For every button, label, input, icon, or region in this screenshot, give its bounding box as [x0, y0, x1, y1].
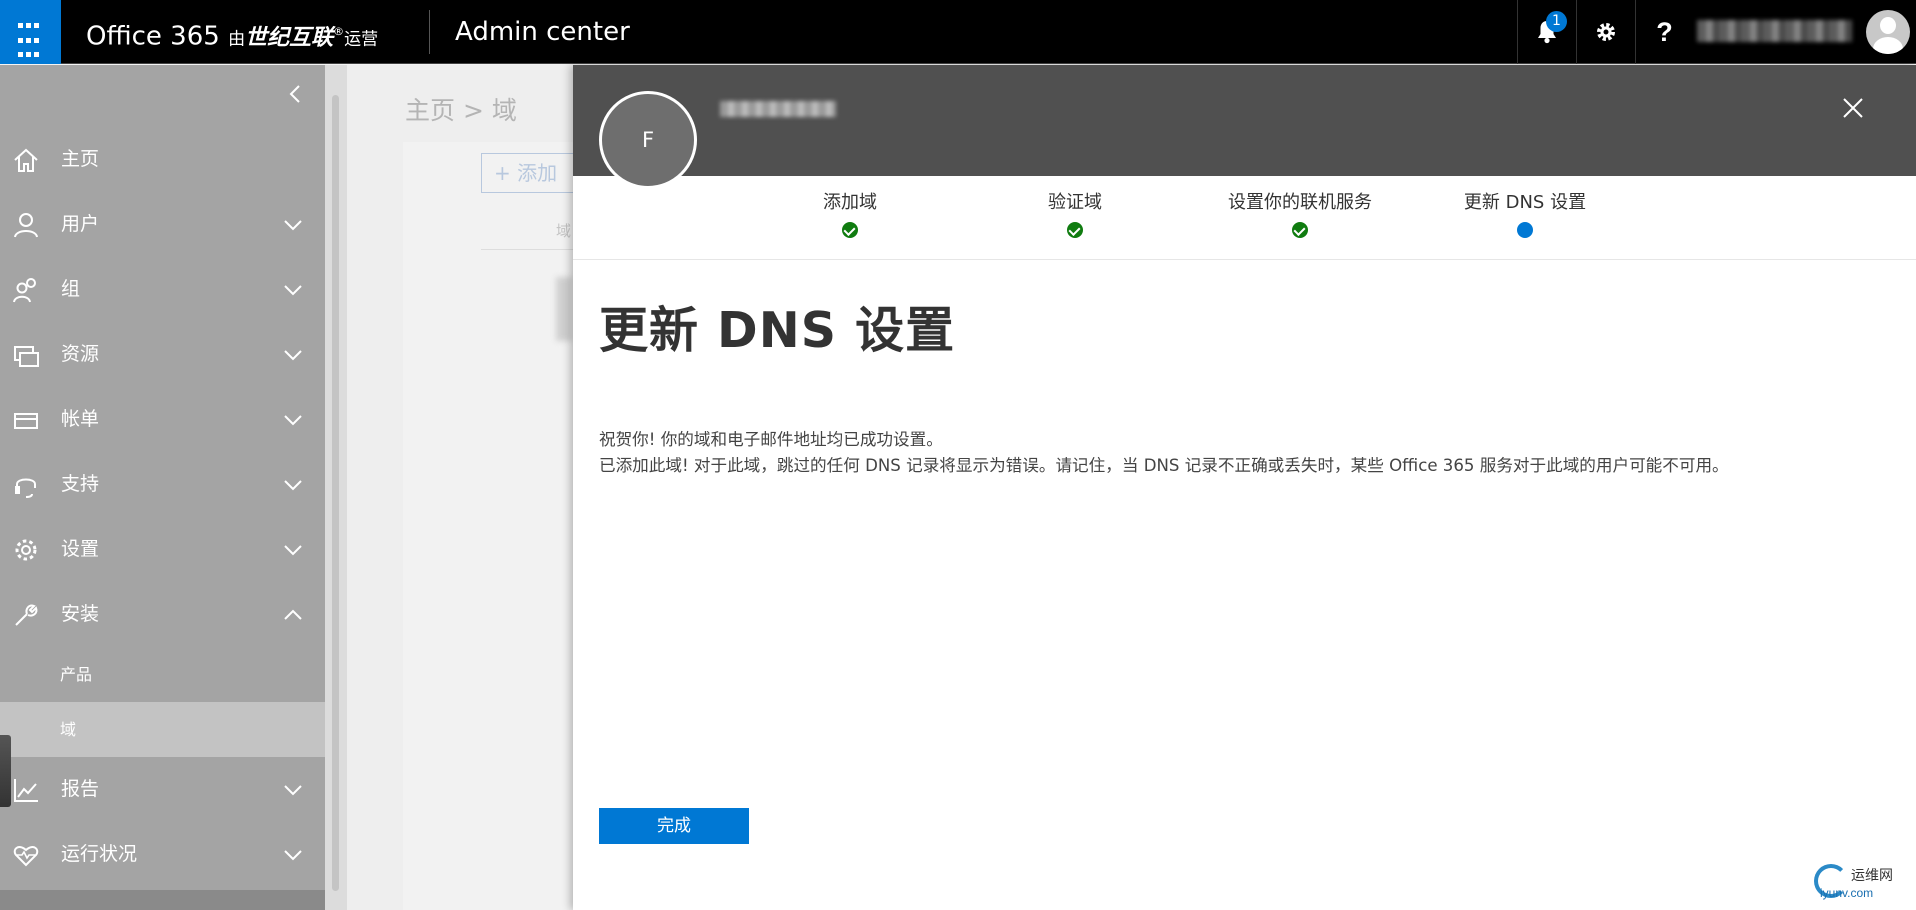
- step-label: 设置你的联机服务: [1228, 192, 1372, 213]
- subnav-item-products[interactable]: 产品: [0, 647, 325, 702]
- step-label: 添加域: [823, 192, 877, 213]
- chevron-down-icon: [284, 350, 302, 361]
- resources-icon: [14, 346, 39, 367]
- current-step-dot-icon: [1517, 222, 1533, 238]
- breadcrumb: 主页 > 域: [405, 96, 517, 125]
- plus-icon: +: [494, 161, 518, 185]
- nav-item-setup[interactable]: 安装: [0, 582, 325, 647]
- nav-scrollbar-thumb[interactable]: [332, 95, 339, 891]
- office-365-brand: Office 365 由世纪互联®运营: [86, 0, 378, 64]
- group-icon: [13, 278, 36, 303]
- domain-column-header: 域: [556, 222, 572, 240]
- check-icon: [1292, 222, 1308, 238]
- billing-icon: [14, 413, 38, 429]
- subnav-label: 域: [60, 720, 77, 739]
- nav-item-home[interactable]: 主页: [0, 127, 325, 192]
- finish-button[interactable]: 完成: [599, 808, 749, 844]
- brand-divider: [429, 10, 430, 54]
- heart-icon: [13, 846, 39, 867]
- user-icon: [14, 213, 38, 238]
- nav-label: 设置: [61, 538, 100, 560]
- headset-icon: [15, 478, 36, 498]
- site-watermark-logo: 运维网 iyunv.com: [1813, 862, 1916, 906]
- user-avatar[interactable]: [1866, 10, 1910, 54]
- brand-registered-mark: ®: [333, 25, 345, 38]
- watermark-url: iyunv.com: [1820, 886, 1874, 900]
- app-title: Admin center: [455, 17, 630, 47]
- step-add-domain[interactable]: 添加域: [800, 188, 900, 238]
- chevron-down-icon: [284, 220, 302, 231]
- domain-row-redacted: [556, 277, 572, 341]
- brand-operate: 运营: [344, 29, 379, 50]
- domain-avatar: F: [599, 91, 697, 189]
- subnav-label: 产品: [60, 665, 93, 684]
- collapse-nav-chevron-left-icon[interactable]: [280, 79, 310, 109]
- settings-button[interactable]: [1576, 0, 1634, 64]
- gear-icon: [15, 539, 37, 561]
- home-icon: [14, 148, 38, 172]
- domain-name-redacted: [720, 101, 836, 117]
- nav-label: 安装: [61, 603, 100, 625]
- domains-card: [403, 142, 573, 910]
- chevron-down-icon: [284, 480, 302, 491]
- nav-label: 用户: [61, 213, 100, 235]
- step-update-dns[interactable]: 更新 DNS 设置: [1395, 188, 1655, 238]
- wrench-icon: [15, 604, 38, 626]
- subnav-item-domains[interactable]: 域: [0, 702, 325, 757]
- top-bar: Office 365 由世纪互联®运营 Admin center 1 ?: [0, 0, 1916, 64]
- nav-item-settings[interactable]: 设置: [0, 517, 325, 582]
- step-label: 更新 DNS 设置: [1463, 192, 1587, 213]
- nav-item-users[interactable]: 用户: [0, 192, 325, 257]
- step-setup-online-services[interactable]: 设置你的联机服务: [1170, 188, 1430, 238]
- nav-label: 组: [61, 278, 81, 300]
- panel-title: 更新 DNS 设置: [599, 302, 956, 359]
- chevron-down-icon: [284, 415, 302, 426]
- chevron-down-icon: [284, 850, 302, 861]
- nav-item-groups[interactable]: 组: [0, 257, 325, 322]
- notification-count-badge: 1: [1546, 11, 1567, 32]
- sidebar-footer: [0, 890, 325, 910]
- edge-gadget: [0, 735, 11, 807]
- notifications-button[interactable]: 1: [1517, 0, 1575, 64]
- left-navigation: 主页 用户 组 资源 帐单 支持 设置 安装 产品 域 报告 运行状况: [0, 65, 325, 910]
- gear-icon: [1596, 23, 1615, 41]
- nav-label: 报告: [61, 778, 100, 800]
- table-header-divider: [481, 249, 573, 250]
- nav-item-reports[interactable]: 报告: [0, 757, 325, 822]
- chart-icon: [14, 779, 38, 802]
- chevron-down-icon: [284, 545, 302, 556]
- user-name-redacted: [1697, 20, 1852, 42]
- check-icon: [842, 222, 858, 238]
- app-launcher-waffle-icon[interactable]: [0, 0, 61, 64]
- help-button[interactable]: ?: [1635, 0, 1693, 64]
- message-line-1: 祝贺你! 你的域和电子邮件地址均已成功设置。: [599, 430, 943, 449]
- wizard-steps: 添加域 验证域 设置你的联机服务 更新 DNS 设置: [573, 176, 1916, 260]
- nav-label: 帐单: [61, 408, 100, 430]
- nav-item-billing[interactable]: 帐单: [0, 387, 325, 452]
- chevron-up-icon: [284, 609, 302, 620]
- message-line-2: 已添加此域! 对于此域，跳过的任何 DNS 记录将显示为错误。请记住，当 DNS…: [599, 456, 1729, 475]
- brand-office: Office 365: [86, 21, 229, 52]
- brand-partner: 世纪互联: [245, 25, 334, 51]
- add-domain-label: 添加: [517, 161, 558, 185]
- nav-label: 运行状况: [61, 843, 138, 865]
- nav-item-health[interactable]: 运行状况: [0, 822, 325, 887]
- nav-label: 资源: [61, 343, 100, 365]
- nav-label: 支持: [61, 473, 100, 495]
- panel-header: [573, 65, 1916, 176]
- step-label: 验证域: [1048, 192, 1102, 213]
- update-dns-panel: F 添加域 验证域 设置你的联机服务 更新 DNS 设置 更新 DNS 设置 祝…: [573, 65, 1916, 910]
- nav-scrollbar[interactable]: [325, 65, 347, 910]
- brand-by: 由: [228, 29, 246, 50]
- step-verify-domain[interactable]: 验证域: [1025, 188, 1125, 238]
- check-icon: [1067, 222, 1083, 238]
- chevron-down-icon: [284, 285, 302, 296]
- nav-item-resources[interactable]: 资源: [0, 322, 325, 387]
- close-icon[interactable]: [1838, 93, 1868, 123]
- watermark-text: 运维网: [1851, 868, 1893, 884]
- nav-label: 主页: [61, 148, 100, 170]
- chevron-down-icon: [284, 785, 302, 796]
- success-message: 祝贺你! 你的域和电子邮件地址均已成功设置。 已添加此域! 对于此域，跳过的任何…: [599, 427, 1729, 479]
- nav-item-support[interactable]: 支持: [0, 452, 325, 517]
